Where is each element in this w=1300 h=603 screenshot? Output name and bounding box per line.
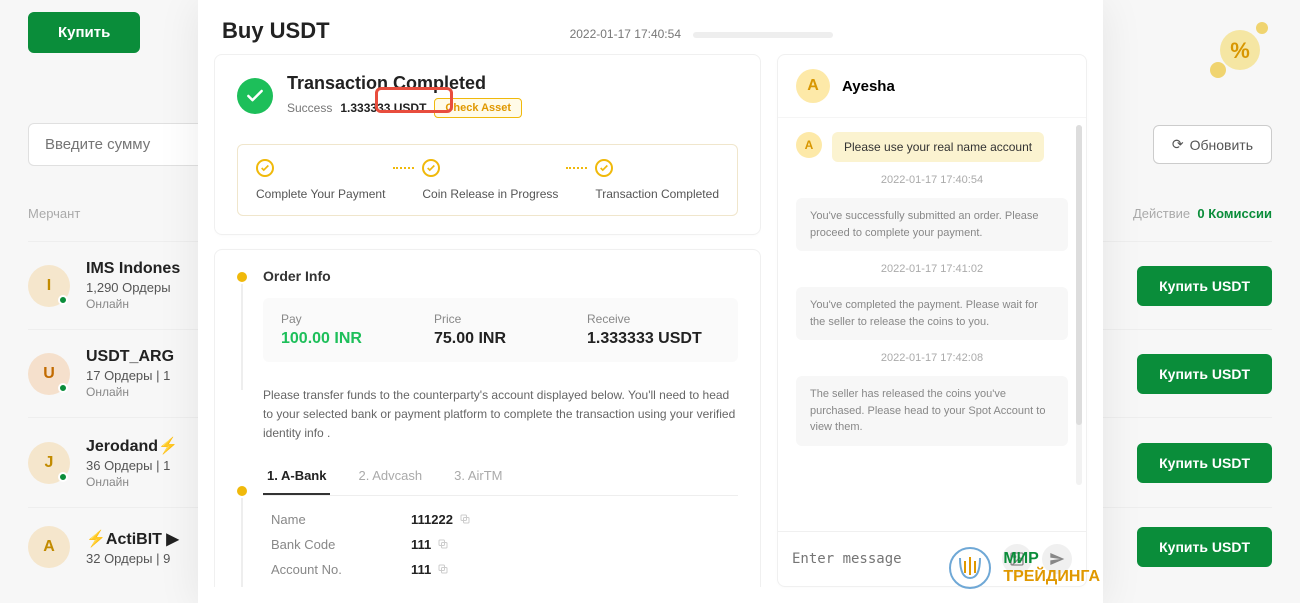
merchant-orders: 32 Ордеры | 9	[86, 551, 179, 566]
chat-input[interactable]	[792, 551, 992, 567]
merchant-status: Онлайн	[86, 297, 180, 311]
image-attach-icon[interactable]	[1002, 544, 1032, 574]
merchant-status: Онлайн	[86, 385, 174, 399]
merchant-status: Онлайн	[86, 475, 178, 489]
receive-label: Receive	[587, 312, 720, 326]
header-progress-bar	[693, 32, 833, 38]
merchant-orders: 1,290 Ордеры	[86, 280, 180, 295]
success-check-icon	[237, 78, 273, 114]
action-column-header: Действие	[1133, 206, 1190, 221]
price-label: Price	[434, 312, 567, 326]
pay-value: 100.00 INR	[281, 330, 414, 348]
chat-message: Please use your real name account	[832, 132, 1044, 162]
timeline-dot-icon	[237, 272, 247, 282]
chat-scrollbar[interactable]	[1076, 125, 1082, 485]
merchant-orders: 17 Ордеры | 1	[86, 368, 174, 383]
chat-timestamp: 2022-01-17 17:42:08	[796, 352, 1068, 364]
transfer-instructions: Please transfer funds to the counterpart…	[263, 386, 738, 444]
refresh-label: Обновить	[1190, 137, 1253, 153]
merchant-name: Jerodand⚡	[86, 436, 178, 456]
receive-value: 1.333333 USDT	[587, 330, 720, 348]
bank-field-label: Account No.	[271, 562, 411, 577]
bank-field-value: 111222	[411, 512, 453, 527]
seller-name: Ayesha	[842, 78, 895, 95]
merchant-name: IMS Indones	[86, 260, 180, 278]
modal-timestamp: 2022-01-17 17:40:54	[570, 27, 681, 41]
bank-field-label: Bank Code	[271, 537, 411, 552]
system-message: You've successfully submitted an order. …	[796, 198, 1068, 251]
bank-field-value: 111	[411, 562, 431, 577]
transaction-title: Transaction Completed	[287, 73, 522, 94]
order-info-title: Order Info	[263, 268, 738, 284]
order-modal: Buy USDT 2022-01-17 17:40:54 Transaction…	[198, 0, 1103, 603]
chat-timestamp: 2022-01-17 17:40:54	[796, 174, 1068, 186]
bank-field-label: Name	[271, 512, 411, 527]
timeline-dot-icon	[237, 486, 247, 496]
success-amount: 1.333333 USDT	[340, 101, 426, 115]
bank-tab-advcash[interactable]: 2. Advcash	[354, 458, 426, 495]
buy-usdt-button[interactable]: Купить USDT	[1137, 527, 1272, 567]
background-buy-button[interactable]: Купить	[28, 12, 140, 53]
svg-text:%: %	[1230, 38, 1250, 63]
buy-usdt-button[interactable]: Купить USDT	[1137, 266, 1272, 306]
merchant-avatar: A	[28, 526, 70, 568]
bank-tab-abank[interactable]: 1. A-Bank	[263, 458, 330, 495]
merchant-orders: 36 Ордеры | 1	[86, 458, 178, 473]
merchant-name: ⚡ActiBIT ▶	[86, 529, 179, 549]
step-label: Coin Release in Progress	[422, 187, 558, 201]
modal-title: Buy USDT	[222, 18, 330, 44]
copy-icon[interactable]	[459, 513, 471, 525]
system-message: The seller has released the coins you've…	[796, 376, 1068, 446]
buy-usdt-button[interactable]: Купить USDT	[1137, 443, 1272, 483]
seller-avatar: A	[796, 69, 830, 103]
step-complete-icon	[422, 159, 440, 177]
merchant-avatar: I	[28, 265, 70, 307]
step-complete-icon	[595, 159, 613, 177]
merchant-name: USDT_ARG	[86, 348, 174, 366]
promo-coins-graphic: %	[1200, 10, 1280, 90]
refresh-button[interactable]: ⟳ Обновить	[1153, 125, 1272, 164]
buy-usdt-button[interactable]: Купить USDT	[1137, 354, 1272, 394]
check-asset-button[interactable]: Check Asset	[434, 98, 522, 118]
commission-badge: 0 Комиссии	[1197, 206, 1272, 221]
progress-steps: Complete Your Payment Coin Release in Pr…	[237, 144, 738, 216]
bank-field-value: 111	[411, 537, 431, 552]
pay-label: Pay	[281, 312, 414, 326]
merchant-avatar: U	[28, 353, 70, 395]
copy-icon[interactable]	[437, 563, 449, 575]
refresh-icon: ⟳	[1172, 136, 1184, 153]
seller-avatar-small: A	[796, 132, 822, 158]
merchant-column-header: Мерчант	[28, 206, 80, 221]
copy-icon[interactable]	[437, 538, 449, 550]
price-value: 75.00 INR	[434, 330, 567, 348]
step-label: Complete Your Payment	[256, 187, 385, 201]
send-icon[interactable]	[1042, 544, 1072, 574]
system-message: You've completed the payment. Please wai…	[796, 287, 1068, 340]
step-label: Transaction Completed	[595, 187, 719, 201]
step-complete-icon	[256, 159, 274, 177]
merchant-avatar: J	[28, 442, 70, 484]
bank-tab-airtm[interactable]: 3. AirTM	[450, 458, 506, 495]
chat-timestamp: 2022-01-17 17:41:02	[796, 263, 1068, 275]
success-label: Success	[287, 101, 332, 115]
